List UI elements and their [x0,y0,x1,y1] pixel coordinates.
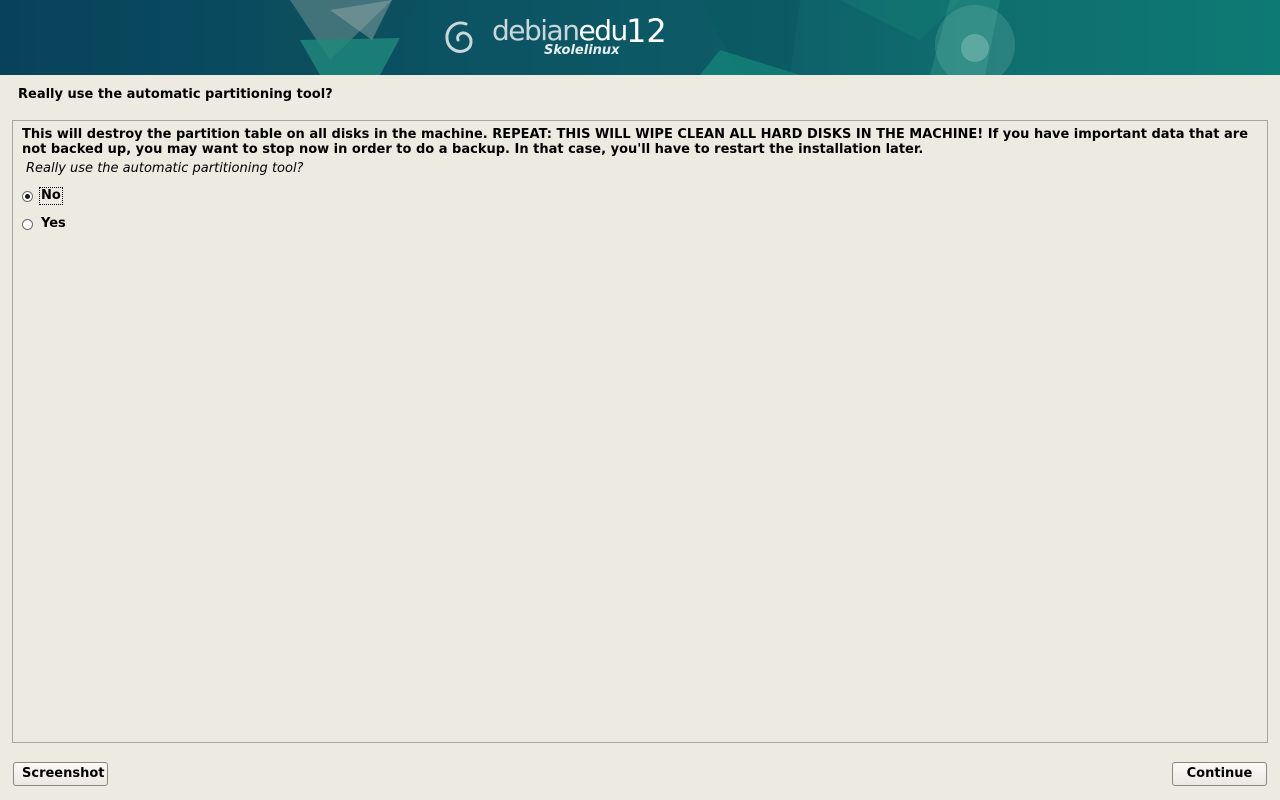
radio-no[interactable] [22,190,33,202]
continue-button[interactable]: Continue [1172,762,1267,786]
warning-description: This will destroy the partition table on… [22,127,1249,157]
header-banner: debianedu 12 Skolelinux [0,0,1280,75]
debian-swirl-icon [445,21,473,53]
radio-yes[interactable] [22,218,33,230]
option-no[interactable]: No [22,186,63,206]
page-title: Really use the automatic partitioning to… [18,87,333,102]
content-panel: This will destroy the partition table on… [12,120,1268,743]
logo-subtitle: Skolelinux [544,43,620,58]
option-yes[interactable]: Yes [22,214,67,234]
question-label: Really use the automatic partitioning to… [26,161,304,176]
option-yes-label[interactable]: Yes [40,216,67,232]
screenshot-button[interactable]: Screenshot [13,762,108,786]
option-no-label[interactable]: No [39,187,63,205]
logo-version: 12 [626,12,667,50]
